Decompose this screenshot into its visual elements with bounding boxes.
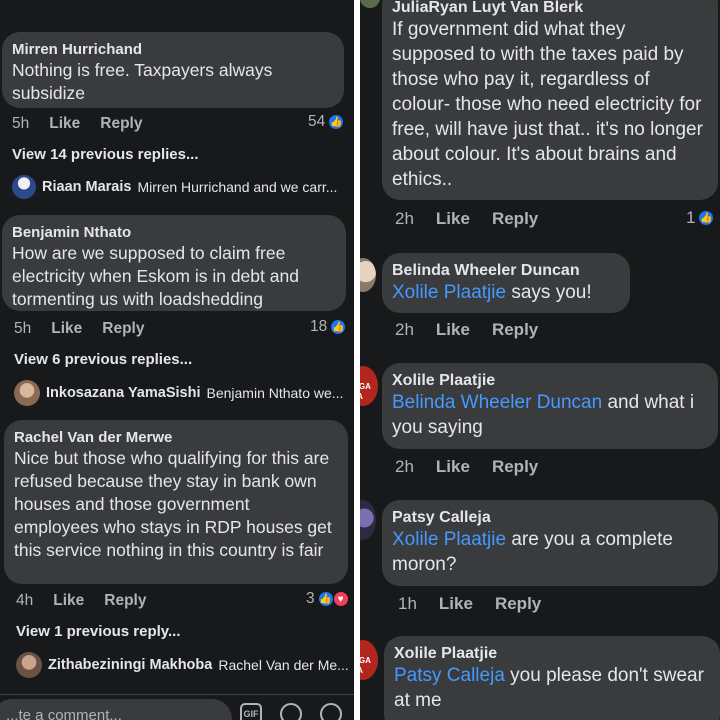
comment-bubble: Xolile Plaatjie Belinda Wheeler Duncan a… — [382, 363, 718, 449]
reply-button[interactable]: Reply — [492, 320, 538, 340]
comment-time[interactable]: 5h — [12, 115, 29, 133]
reaction-count[interactable]: 1 👍 — [686, 208, 715, 228]
love-reaction-icon: ♥ — [332, 591, 349, 607]
right-screenshot-panel: JuliaRyan Luyt Van Blerk If government d… — [360, 0, 720, 720]
like-button[interactable]: Like — [439, 594, 473, 614]
comment-actions: 5h Like Reply — [12, 115, 142, 133]
like-reaction-icon: 👍 — [317, 591, 334, 607]
like-button[interactable]: Like — [49, 115, 80, 133]
mention-link[interactable]: Xolile Plaatjie — [392, 282, 506, 303]
reaction-number: 3 — [306, 590, 315, 607]
comment-author[interactable]: Belinda Wheeler Duncan — [392, 261, 618, 280]
avatar[interactable]: GA WA — [360, 366, 378, 406]
reply-button[interactable]: Reply — [100, 115, 142, 133]
comment-bubble: Mirren Hurrichand Nothing is free. Taxpa… — [2, 32, 344, 108]
avatar[interactable] — [360, 0, 380, 8]
view-previous-replies-link[interactable]: View 1 previous reply... — [16, 623, 181, 640]
sticker-icon[interactable] — [280, 703, 302, 720]
reaction-number: 1 — [686, 208, 696, 227]
reply-button[interactable]: Reply — [492, 457, 538, 477]
comment-author[interactable]: Xolile Plaatjie — [394, 644, 708, 663]
like-button[interactable]: Like — [436, 209, 470, 229]
comment-bubble: Patsy Calleja Xolile Plaatjie are you a … — [382, 500, 718, 586]
avatar-logo-text: GA WA — [360, 382, 371, 401]
reply-author[interactable]: Riaan Marais — [42, 179, 131, 195]
reaction-number: 54 — [308, 113, 326, 130]
mention-link[interactable]: Belinda Wheeler Duncan — [392, 392, 602, 413]
comment-actions: 2h Like Reply — [395, 320, 538, 340]
reply-author[interactable]: Zithabeziningi Makhoba — [48, 657, 212, 673]
comment-author[interactable]: Mirren Hurrichand — [12, 40, 332, 59]
gif-icon[interactable]: GIF — [240, 703, 262, 720]
comment-time[interactable]: 4h — [16, 592, 33, 610]
reply-button[interactable]: Reply — [104, 592, 146, 610]
comment-text: Nice but those who qualifying for this a… — [14, 448, 332, 560]
comment-actions: 5h Like Reply — [14, 320, 144, 338]
reaction-count[interactable]: 54 👍 — [308, 113, 345, 131]
comment-actions: 2h Like Reply — [395, 457, 538, 477]
left-screenshot-panel: Mirren Hurrichand Nothing is free. Taxpa… — [0, 0, 354, 720]
comment-author[interactable]: Rachel Van der Merwe — [14, 428, 336, 447]
comment-bubble: Benjamin Nthato How are we supposed to c… — [2, 215, 346, 311]
avatar-logo-text: GA WA — [360, 656, 371, 675]
avatar[interactable] — [360, 500, 376, 540]
mention-link[interactable]: Patsy Calleja — [394, 665, 505, 686]
like-reaction-icon: 👍 — [698, 210, 715, 226]
latest-reply-preview[interactable]: Inkosazana YamaSishi Benjamin Nthato we.… — [14, 380, 343, 406]
view-previous-replies-link[interactable]: View 14 previous replies... — [12, 146, 198, 163]
like-button[interactable]: Like — [53, 592, 84, 610]
latest-reply-preview[interactable]: Zithabeziningi Makhoba Rachel Van der Me… — [16, 652, 349, 678]
comment-bubble: Xolile Plaatjie Patsy Calleja you please… — [384, 636, 720, 720]
comment-text: Xolile Plaatjie are you a complete moron… — [392, 527, 706, 577]
comment-text: Patsy Calleja you please don't swear at … — [394, 663, 708, 713]
reply-button[interactable]: Reply — [102, 320, 144, 338]
comment-time[interactable]: 2h — [395, 457, 414, 477]
like-button[interactable]: Like — [436, 457, 470, 477]
comment-author[interactable]: Benjamin Nthato — [12, 223, 334, 242]
reply-text: Mirren Hurrichand and we carr... — [137, 179, 338, 195]
comment-text: Belinda Wheeler Duncan and what i you sa… — [392, 390, 706, 440]
like-button[interactable]: Like — [436, 320, 470, 340]
reaction-count[interactable]: 3 👍 ♥ — [306, 590, 349, 608]
reaction-number: 18 — [310, 318, 328, 335]
reply-text: Rachel Van der Me... — [218, 657, 349, 673]
emoji-icon[interactable] — [320, 703, 342, 720]
reply-author[interactable]: Inkosazana YamaSishi — [46, 385, 200, 401]
mention-link[interactable]: Xolile Plaatjie — [392, 529, 506, 550]
avatar[interactable] — [12, 175, 36, 199]
comment-text: Xolile Plaatjie says you! — [392, 280, 618, 305]
reply-text: Benjamin Nthato we... — [206, 385, 344, 401]
avatar[interactable] — [16, 652, 42, 678]
comment-actions: 4h Like Reply — [16, 592, 146, 610]
comment-actions: 2h Like Reply — [395, 209, 538, 229]
like-reaction-icon: 👍 — [330, 319, 347, 335]
comment-author[interactable]: Patsy Calleja — [392, 508, 706, 527]
comment-time[interactable]: 2h — [395, 209, 414, 229]
avatar[interactable] — [360, 258, 376, 292]
reaction-count[interactable]: 18 👍 — [310, 318, 347, 336]
comment-actions: 1h Like Reply — [398, 594, 541, 614]
latest-reply-preview[interactable]: Riaan Marais Mirren Hurrichand and we ca… — [12, 175, 337, 199]
comment-bubble: Rachel Van der Merwe Nice but those who … — [4, 420, 348, 584]
like-reaction-icon: 👍 — [328, 114, 345, 130]
comment-time[interactable]: 5h — [14, 320, 31, 338]
comment-text: How are we supposed to claim free electr… — [12, 243, 299, 309]
comment-time[interactable]: 1h — [398, 594, 417, 614]
comment-text: If government did what they supposed to … — [392, 19, 703, 190]
comment-composer: ...te a comment... GIF — [0, 694, 354, 720]
view-previous-replies-link[interactable]: View 6 previous replies... — [14, 351, 192, 368]
reply-button[interactable]: Reply — [492, 209, 538, 229]
comment-body: says you! — [506, 282, 592, 303]
comment-time[interactable]: 2h — [395, 320, 414, 340]
like-button[interactable]: Like — [51, 320, 82, 338]
comment-author[interactable]: Xolile Plaatjie — [392, 371, 706, 390]
reply-button[interactable]: Reply — [495, 594, 541, 614]
avatar[interactable] — [14, 380, 40, 406]
comment-author[interactable]: JuliaRyan Luyt Van Blerk — [392, 0, 706, 17]
comment-bubble: JuliaRyan Luyt Van Blerk If government d… — [382, 0, 718, 200]
comment-input[interactable]: ...te a comment... — [0, 699, 232, 720]
avatar[interactable]: GA WA — [360, 640, 378, 680]
comment-text: Nothing is free. Taxpayers always subsid… — [12, 60, 273, 103]
comment-bubble: Belinda Wheeler Duncan Xolile Plaatjie s… — [382, 253, 630, 313]
